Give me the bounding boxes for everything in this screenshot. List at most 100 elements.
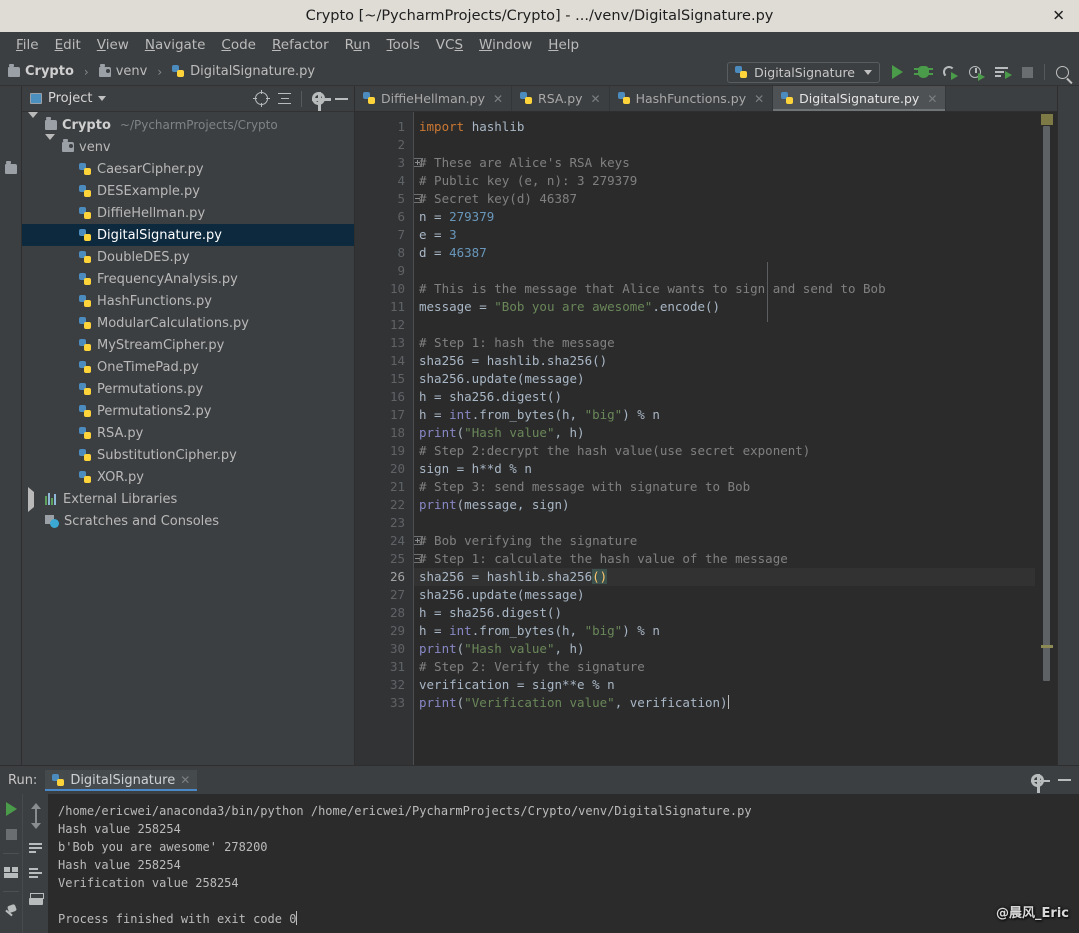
line-number: 14 — [389, 353, 405, 368]
code-token: import — [419, 119, 472, 134]
pin-tab-icon[interactable] — [5, 905, 18, 919]
code-token: sha256.update(message) — [419, 371, 585, 386]
down-stack-icon[interactable] — [30, 816, 41, 829]
code-content[interactable]: import hashlib # These are Alice's RSA k… — [413, 112, 1035, 765]
breadcrumb-item-file[interactable]: DigitalSignature.py — [190, 64, 315, 79]
warning-marker[interactable] — [1041, 645, 1053, 648]
code-line: sha256 = hashlib.sha256() — [414, 352, 1035, 370]
stop-icon[interactable] — [1018, 63, 1036, 81]
collapse-all-icon[interactable] — [278, 92, 291, 105]
twisty-expanded-icon[interactable] — [28, 112, 40, 133]
menu-item-run[interactable]: Run — [337, 35, 379, 55]
code-token: () — [592, 569, 608, 584]
code-token: # Step 1: hash the message — [419, 335, 615, 350]
code-token: # Bob verifying the signature — [419, 533, 638, 548]
locate-icon[interactable] — [253, 90, 270, 107]
code-line: # Step 2:decrypt the hash value(use secr… — [414, 442, 1035, 460]
code-line: message = "Bob you are awesome".encode() — [414, 298, 1035, 316]
line-number: 8 — [397, 245, 405, 260]
menu-item-code[interactable]: Code — [213, 35, 264, 55]
close-icon[interactable]: ✕ — [493, 92, 503, 106]
tree-item-hashfunctions-py[interactable]: HashFunctions.py — [22, 290, 354, 312]
editor-tab-hashfunctions-py[interactable]: HashFunctions.py ✕ — [610, 86, 774, 111]
project-panel: Project Crypto ~/PycharmProjects/Crypto ve… — [22, 86, 355, 765]
console-line: /home/ericwei/anaconda3/bin/python /home… — [58, 804, 752, 818]
tree-item-permutations2-py[interactable]: Permutations2.py — [22, 400, 354, 422]
settings-gear-icon[interactable] — [312, 92, 331, 111]
code-line: # Step 2: Verify the signature — [414, 658, 1035, 676]
tree-item-caesarcipher-py[interactable]: CaesarCipher.py — [22, 158, 354, 180]
code-token: print — [419, 497, 457, 512]
concurrency-icon[interactable] — [992, 63, 1012, 81]
up-stack-icon[interactable] — [30, 803, 41, 816]
editor-tab-digitalsignature-py[interactable]: DigitalSignature.py ✕ — [773, 86, 947, 111]
tree-item-digitalsignature-py[interactable]: DigitalSignature.py — [22, 224, 354, 246]
menu-item-tools[interactable]: Tools — [379, 35, 428, 55]
debug-icon[interactable] — [913, 63, 933, 81]
tree-item-doubledes-py[interactable]: DoubleDES.py — [22, 246, 354, 268]
tree-item-desexample-py[interactable]: DESExample.py — [22, 180, 354, 202]
close-icon[interactable]: ✕ — [927, 92, 937, 106]
tree-item-modularcalculations-py[interactable]: ModularCalculations.py — [22, 312, 354, 334]
hide-icon[interactable] — [1058, 779, 1071, 781]
code-token: # Step 2: Verify the signature — [419, 659, 645, 674]
tree-item-permutations-py[interactable]: Permutations.py — [22, 378, 354, 400]
breadcrumb-item-project[interactable]: Crypto — [25, 64, 74, 79]
panel-divider — [301, 90, 302, 107]
editor-tab-rsa-py[interactable]: RSA.py ✕ — [512, 86, 610, 111]
menu-item-help[interactable]: Help — [540, 35, 587, 55]
profile-run-icon[interactable] — [966, 63, 985, 81]
tree-item-rsa-py[interactable]: RSA.py — [22, 422, 354, 444]
tree-item-diffiehellman-py[interactable]: DiffieHellman.py — [22, 202, 354, 224]
warning-marker[interactable] — [1041, 114, 1053, 125]
code-token: ) % n — [622, 407, 660, 422]
tree-item-venv[interactable]: venv — [22, 133, 354, 158]
code-line: h = sha256.digest() — [414, 388, 1035, 406]
settings-gear-icon[interactable] — [1031, 773, 1050, 793]
coverage-icon[interactable] — [940, 63, 958, 81]
tree-item-scratches-and-consoles[interactable]: Scratches and Consoles — [22, 510, 354, 532]
print-icon[interactable] — [28, 893, 44, 905]
menu-item-refactor[interactable]: Refactor — [264, 35, 337, 55]
editor-scrollbar-thumb[interactable] — [1043, 126, 1050, 681]
tree-item-xor-py[interactable]: XOR.py — [22, 466, 354, 488]
folder-icon[interactable] — [5, 161, 17, 174]
tree-item-crypto[interactable]: Crypto ~/PycharmProjects/Crypto — [22, 112, 354, 136]
menu-item-vcs[interactable]: VCS — [428, 35, 471, 55]
menu-item-file[interactable]: File — [8, 35, 47, 55]
run-configuration-selector[interactable]: DigitalSignature — [727, 61, 880, 83]
tree-item-onetimepad-py[interactable]: OneTimePad.py — [22, 356, 354, 378]
tree-item-external-libraries[interactable]: External Libraries — [22, 486, 354, 512]
tree-item-frequencyanalysis-py[interactable]: FrequencyAnalysis.py — [22, 268, 354, 290]
tree-item-substitutioncipher-py[interactable]: SubstitutionCipher.py — [22, 444, 354, 466]
code-line: # Step 3: send message with signature to… — [414, 478, 1035, 496]
close-icon[interactable]: ✕ — [1052, 8, 1065, 24]
twisty-collapsed-icon[interactable] — [28, 486, 40, 512]
soft-wrap-icon[interactable] — [29, 843, 42, 854]
console-output[interactable]: /home/ericwei/anaconda3/bin/python /home… — [48, 794, 1079, 933]
chevron-down-icon[interactable] — [98, 96, 107, 101]
close-icon[interactable]: ✕ — [591, 92, 601, 106]
code-editor[interactable]: 1 2 3 4 5 6 7 8 9 10 11 12 13 14 15 16 17 18 19 20 21 22 23 24 2… — [355, 112, 1057, 765]
restore-layout-icon[interactable] — [4, 867, 18, 878]
line-number: 26 — [389, 569, 405, 584]
code-token: "big" — [584, 407, 623, 422]
run-tab[interactable]: DigitalSignature ✕ — [45, 769, 198, 791]
menu-item-view[interactable]: View — [89, 35, 137, 55]
close-icon[interactable]: ✕ — [754, 92, 764, 106]
stop-icon[interactable] — [5, 829, 17, 840]
close-icon[interactable]: ✕ — [180, 773, 190, 787]
search-everywhere-icon[interactable] — [1053, 63, 1071, 81]
menu-item-edit[interactable]: Edit — [47, 35, 89, 55]
editor-tab-diffiehellman-py[interactable]: DiffieHellman.py ✕ — [355, 86, 513, 111]
run-icon[interactable] — [888, 63, 906, 81]
breadcrumb-item-venv[interactable]: venv — [116, 64, 148, 79]
scroll-to-end-icon[interactable] — [29, 868, 42, 879]
line-number: 7 — [397, 227, 405, 242]
tree-item-mystreamcipher-py[interactable]: MyStreamCipher.py — [22, 334, 354, 356]
hide-icon[interactable] — [335, 97, 348, 100]
menu-item-window[interactable]: Window — [471, 35, 540, 55]
menu-item-navigate[interactable]: Navigate — [137, 35, 214, 55]
rerun-icon[interactable] — [5, 802, 17, 816]
twisty-expanded-icon[interactable] — [45, 133, 57, 155]
